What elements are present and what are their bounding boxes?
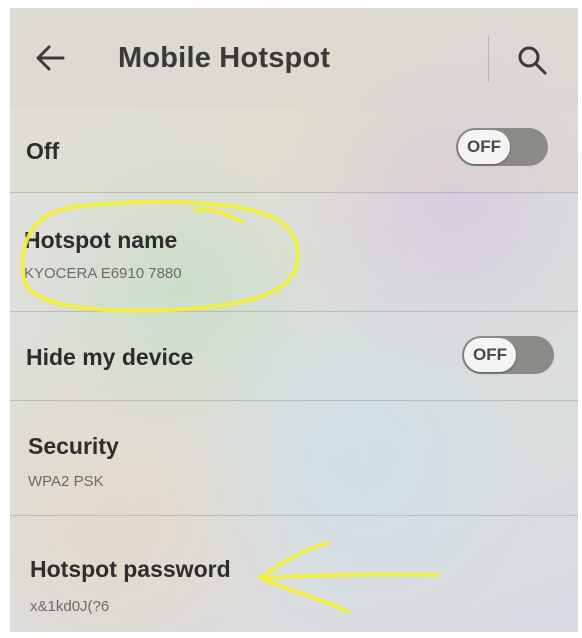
- hotspot-password-value: x&1kd0J(?6: [30, 598, 110, 615]
- phone-screen: Mobile Hotspot Off OFF Hotspot name KYOC…: [10, 8, 578, 632]
- app-bar-divider: [488, 36, 489, 82]
- hide-device-row[interactable]: Hide my device OFF: [10, 312, 578, 401]
- security-value: WPA2 PSK: [28, 473, 104, 490]
- toggle-knob: OFF: [458, 130, 510, 164]
- security-title: Security: [28, 433, 119, 459]
- toggle-knob: OFF: [464, 338, 516, 372]
- hotspot-password-row[interactable]: Hotspot password x&1kd0J(?6: [10, 516, 578, 632]
- security-row[interactable]: Security WPA2 PSK: [10, 401, 578, 516]
- app-bar: Mobile Hotspot: [10, 8, 578, 108]
- master-switch-label: Off: [26, 138, 60, 164]
- search-icon: [518, 46, 547, 75]
- hotspot-name-value: KYOCERA E6910 7880: [24, 265, 182, 282]
- master-switch-toggle[interactable]: OFF: [456, 128, 548, 166]
- hotspot-name-title: Hotspot name: [24, 227, 178, 253]
- master-switch-row[interactable]: Off OFF: [10, 108, 578, 193]
- page-title: Mobile Hotspot: [118, 42, 331, 74]
- hide-device-toggle[interactable]: OFF: [462, 336, 554, 374]
- arrow-left-icon: [36, 45, 65, 71]
- hide-device-title: Hide my device: [26, 344, 194, 370]
- search-button[interactable]: [510, 38, 554, 82]
- hotspot-name-row[interactable]: Hotspot name KYOCERA E6910 7880: [10, 193, 578, 312]
- back-button[interactable]: [30, 38, 70, 78]
- hotspot-password-title: Hotspot password: [30, 556, 231, 582]
